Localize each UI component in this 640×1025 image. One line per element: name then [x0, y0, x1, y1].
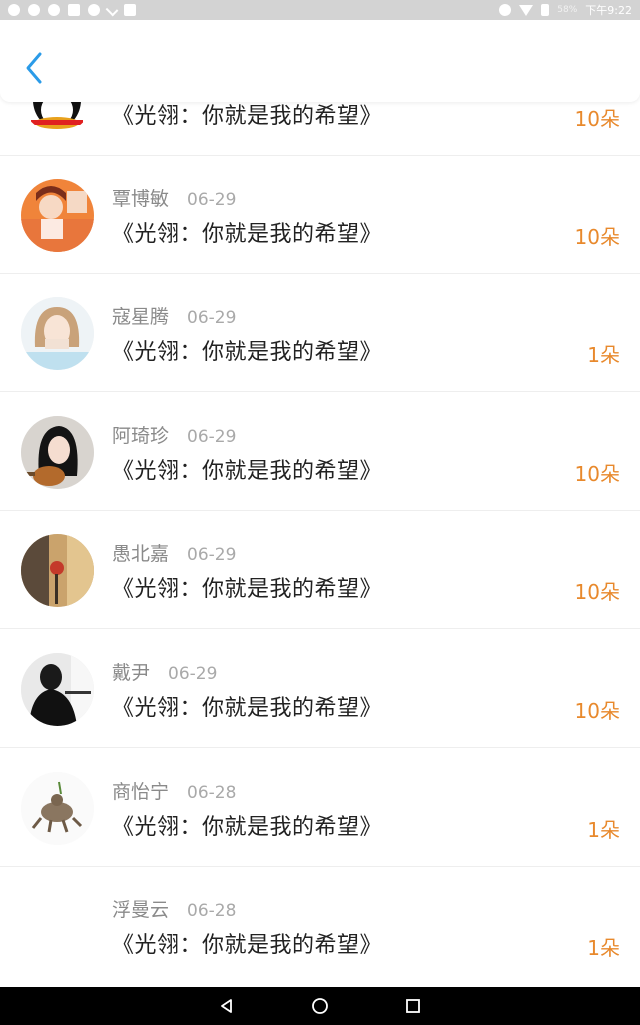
app-notification-icon [124, 4, 136, 16]
date: 06-28 [187, 783, 237, 803]
flower-count: 10朵 [574, 107, 620, 131]
avatar[interactable] [21, 890, 94, 963]
date: 06-29 [187, 545, 237, 565]
item-title: 《光翎：你就是我的希望》 [112, 696, 383, 721]
date: 06-29 [168, 664, 218, 684]
name-line: 寇星腾 06-29 [112, 302, 236, 329]
flower-count: 10朵 [574, 699, 620, 723]
nav-back-button[interactable] [218, 997, 236, 1015]
avatar[interactable] [21, 297, 94, 370]
user-name[interactable]: 戴尹 [112, 658, 150, 685]
user-name[interactable]: 商怡宁 [112, 777, 169, 804]
image-icon [68, 4, 80, 16]
date: 06-29 [187, 427, 237, 447]
list-item[interactable]: 覃博敏 06-29 《光翎：你就是我的希望》 10朵 [0, 156, 640, 274]
list-item[interactable]: 商怡宁 06-28 《光翎：你就是我的希望》 1朵 [0, 749, 640, 867]
user-name[interactable]: 覃博敏 [112, 184, 169, 211]
user-name[interactable]: 寇星腾 [112, 302, 169, 329]
list-item[interactable]: 浮曼云 06-28 《光翎：你就是我的希望》 1朵 [0, 867, 640, 985]
list-item[interactable]: 戴尹 06-29 《光翎：你就是我的希望》 10朵 [0, 630, 640, 748]
item-title: 《光翎：你就是我的希望》 [112, 340, 383, 365]
list-item[interactable]: 寇星腾 06-29 《光翎：你就是我的希望》 1朵 [0, 274, 640, 392]
nav-home-button[interactable] [311, 997, 329, 1015]
battery-level: 58% [557, 5, 578, 15]
flower-count: 1朵 [587, 936, 620, 960]
name-line: 浮曼云 06-28 [112, 895, 236, 922]
item-title: 《光翎：你就是我的希望》 [112, 933, 383, 958]
flower-count: 10朵 [574, 225, 620, 249]
avatar[interactable] [21, 772, 94, 845]
avatar-dark-icon [21, 653, 94, 726]
chevron-left-icon [26, 52, 42, 84]
item-title: 《光翎：你就是我的希望》 [112, 104, 383, 129]
flower-count: 1朵 [587, 818, 620, 842]
chat-notification-icon [48, 4, 60, 16]
header [0, 20, 640, 102]
user-name[interactable]: 浮曼云 [112, 895, 169, 922]
name-line: 愚北嘉 06-29 [112, 539, 236, 566]
avatar-girl-guitar-icon [21, 416, 94, 489]
divider [0, 747, 640, 748]
flower-count: 10朵 [574, 580, 620, 604]
nav-recents-button[interactable] [404, 997, 422, 1015]
date: 06-29 [187, 190, 237, 210]
item-title: 《光翎：你就是我的希望》 [112, 815, 383, 840]
avatar-street-icon [21, 534, 94, 607]
date: 06-28 [187, 901, 237, 921]
name-line: 阿琦珍 06-29 [112, 421, 236, 448]
sync-icon [28, 4, 40, 16]
item-title: 《光翎：你就是我的希望》 [112, 222, 383, 247]
avatar-girl-light-icon [21, 297, 94, 370]
avatar-cat-icon [21, 772, 94, 845]
date: 06-29 [187, 308, 237, 328]
flower-count: 10朵 [574, 462, 620, 486]
avatar[interactable] [21, 416, 94, 489]
battery-icon [541, 4, 550, 16]
name-line: 覃博敏 06-29 [112, 184, 236, 211]
user-name[interactable]: 愚北嘉 [112, 539, 169, 566]
avatar[interactable] [21, 653, 94, 726]
system-icons: 58% 下午9:22 [499, 2, 632, 18]
download-icon [105, 3, 119, 17]
list-item[interactable]: 愚北嘉 06-29 《光翎：你就是我的希望》 10朵 [0, 511, 640, 629]
circle-home-icon [312, 998, 328, 1014]
status-bar: 58% 下午9:22 [0, 0, 640, 20]
clock: 下午9:22 [585, 4, 632, 17]
system-nav-bar [0, 987, 640, 1025]
avatar[interactable] [21, 534, 94, 607]
flower-count: 1朵 [587, 343, 620, 367]
avatar[interactable] [21, 179, 94, 252]
name-line: 戴尹 06-29 [112, 658, 217, 685]
avatar-orange-icon [21, 179, 94, 252]
screen: 《光翎：你就是我的希望》 10朵 覃博敏 06-29 《光翎：你就是我的希望》 … [0, 0, 640, 1025]
item-title: 《光翎：你就是我的希望》 [112, 459, 383, 484]
triangle-back-icon [220, 999, 232, 1013]
divider [0, 391, 640, 392]
back-button[interactable] [18, 48, 50, 88]
square-recents-icon [406, 999, 421, 1013]
name-line: 商怡宁 06-28 [112, 777, 236, 804]
qq-notification-icon [8, 4, 20, 16]
user-name[interactable]: 阿琦珍 [112, 421, 169, 448]
list-item[interactable]: 阿琦珍 06-29 《光翎：你就是我的希望》 10朵 [0, 393, 640, 511]
notification-icons [8, 3, 136, 17]
alarm-icon [499, 4, 512, 16]
wifi-icon [519, 4, 534, 16]
divider [0, 628, 640, 629]
item-title: 《光翎：你就是我的希望》 [112, 577, 383, 602]
chat-notification-icon [88, 4, 100, 16]
